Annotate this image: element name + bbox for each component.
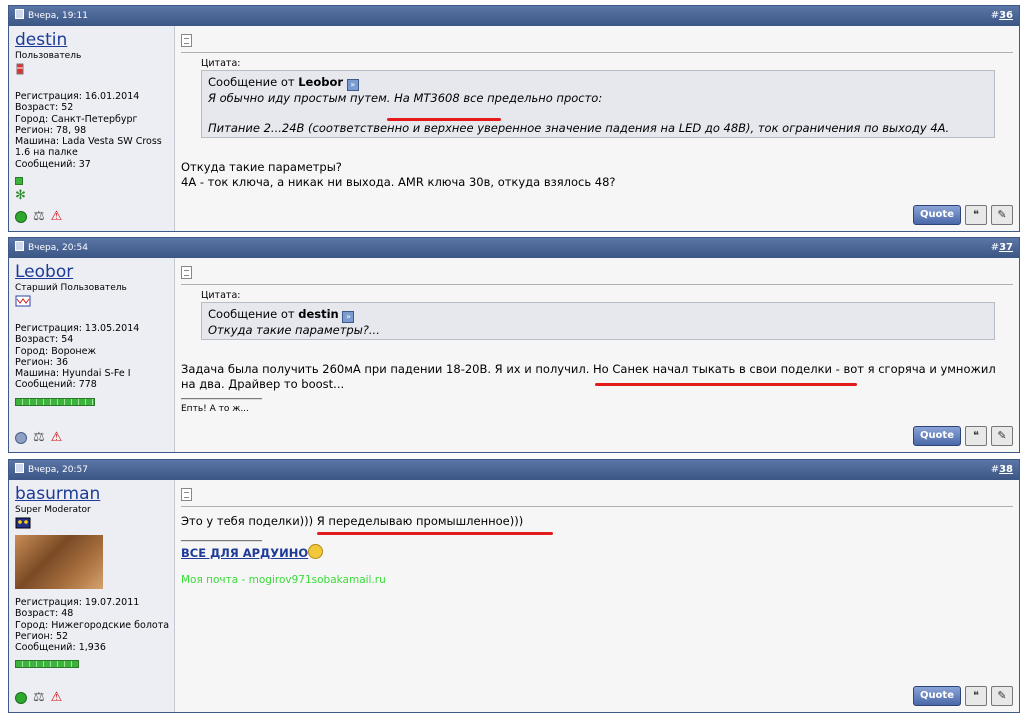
divider: [181, 52, 1013, 53]
rank-badge-icon: [15, 517, 31, 529]
document-icon: [181, 34, 192, 47]
post-number-link[interactable]: #37: [991, 238, 1013, 258]
user-sidebar: Leobor Старший Пользователь Регистрация:…: [9, 258, 175, 452]
scales-icon[interactable]: ⚖: [33, 210, 45, 223]
user-title: Старший Пользователь: [15, 283, 127, 293]
post-number-link[interactable]: #36: [991, 6, 1013, 26]
username-link[interactable]: Leobor: [15, 262, 168, 282]
post-text: Задача была получить 260мА при падении 1…: [181, 362, 996, 391]
multiquote-icon[interactable]: ❝: [965, 686, 987, 706]
post-37: Вчера, 20:54 #37 Leobor Старший Пользова…: [8, 237, 1020, 453]
document-icon: [15, 9, 24, 19]
signature-rule: __________________: [181, 532, 262, 542]
post-header: Вчера, 20:57 #38: [9, 460, 1019, 480]
user-sidebar: basurman Super Moderator Регистрация: 19…: [9, 480, 175, 712]
post-number-link[interactable]: #38: [991, 460, 1013, 480]
user-title: Пользователь: [15, 51, 82, 61]
view-post-arrow-icon[interactable]: »: [342, 311, 355, 323]
post-date: Вчера, 20:57: [28, 465, 88, 475]
quote-box: Сообщение от Leobor » Я обычно иду прост…: [201, 70, 995, 138]
quote-button[interactable]: Quote: [912, 205, 961, 225]
quote-label: Цитата:: [201, 290, 241, 301]
post-buttons: Quote ❝ ✎: [912, 205, 1013, 225]
warning-icon[interactable]: ⚠: [51, 691, 63, 704]
user-icons: ⚖ ⚠: [15, 210, 62, 223]
award-icon: ✻: [15, 188, 26, 204]
signature-link[interactable]: ВСЕ ДЛЯ АРДУИНО: [181, 546, 308, 560]
username-link[interactable]: destin: [15, 30, 168, 50]
divider: [181, 284, 1013, 285]
rank-badge-icon: [15, 295, 31, 307]
divider: [181, 506, 1013, 507]
view-post-arrow-icon[interactable]: »: [346, 79, 359, 91]
offline-status-icon: [15, 431, 27, 444]
reputation-bar: [15, 397, 95, 406]
user-title: Super Moderator: [15, 505, 91, 515]
document-icon: [181, 266, 192, 279]
post-date: Вчера, 19:11: [28, 11, 88, 21]
signature-link-row: ВСЕ ДЛЯ АРДУИНО: [181, 544, 1013, 561]
smiley-icon: [308, 544, 324, 559]
warning-icon[interactable]: ⚠: [51, 210, 63, 223]
post-text: Откуда такие параметры? 4А - ток ключа, …: [181, 160, 616, 189]
quote-button[interactable]: Quote: [912, 686, 961, 706]
document-icon: [15, 463, 24, 473]
quote-box: Сообщение от destin » Откуда такие парам…: [201, 302, 995, 340]
red-annotation-line: [317, 532, 553, 535]
user-info: Регистрация: 13.05.2014 Возраст: 54 Горо…: [15, 323, 140, 391]
online-status-icon: [15, 210, 27, 223]
username-link[interactable]: basurman: [15, 484, 168, 504]
post-buttons: Quote ❝ ✎: [912, 686, 1013, 706]
warning-icon[interactable]: ⚠: [51, 431, 63, 444]
scales-icon[interactable]: ⚖: [33, 431, 45, 444]
quote-author: destin: [298, 307, 339, 321]
multiquote-icon[interactable]: ❝: [965, 205, 987, 225]
reputation-bar: [15, 660, 79, 669]
post-36: Вчера, 19:11 #36 destin Пользователь Рег…: [8, 5, 1020, 232]
signature-mail: Моя почта - mogirov971sobakamail.ru: [181, 574, 386, 586]
document-icon: [181, 488, 192, 501]
multiquote-icon[interactable]: ❝: [965, 426, 987, 446]
post-38: Вчера, 20:57 #38 basurman Super Moderato…: [8, 459, 1020, 713]
rank-badge-icon: [16, 63, 24, 75]
red-annotation-line: [595, 383, 857, 386]
post-date: Вчера, 20:54: [28, 243, 88, 253]
post-text: Это у тебя поделки))) Я переделываю пром…: [181, 514, 524, 528]
red-annotation-line: [387, 118, 501, 121]
quote-label: Цитата:: [201, 58, 241, 69]
post-message: Цитата: Сообщение от Leobor » Я обычно и…: [175, 26, 1019, 231]
user-info: Регистрация: 16.01.2014 Возраст: 52 Горо…: [15, 91, 162, 170]
signature-text: Епть! А то ж...: [181, 404, 249, 414]
avatar: [15, 535, 103, 589]
post-header: Вчера, 20:54 #37: [9, 238, 1019, 258]
edit-icon[interactable]: ✎: [991, 686, 1013, 706]
reputation-bar: [15, 177, 23, 186]
user-icons: ⚖ ⚠: [15, 691, 62, 704]
post-message: Это у тебя поделки))) Я переделываю пром…: [175, 480, 1019, 712]
post-message: Цитата: Сообщение от destin » Откуда так…: [175, 258, 1019, 452]
edit-icon[interactable]: ✎: [991, 205, 1013, 225]
post-buttons: Quote ❝ ✎: [912, 426, 1013, 446]
user-info: Регистрация: 19.07.2011 Возраст: 48 Горо…: [15, 597, 170, 654]
signature-rule: __________________: [181, 390, 262, 400]
scales-icon[interactable]: ⚖: [33, 691, 45, 704]
quote-author: Leobor: [298, 75, 344, 89]
edit-icon[interactable]: ✎: [991, 426, 1013, 446]
online-status-icon: [15, 691, 27, 704]
user-sidebar: destin Пользователь Регистрация: 16.01.2…: [9, 26, 175, 231]
user-icons: ⚖ ⚠: [15, 431, 62, 444]
document-icon: [15, 241, 24, 251]
quote-button[interactable]: Quote: [912, 426, 961, 446]
post-header: Вчера, 19:11 #36: [9, 6, 1019, 26]
